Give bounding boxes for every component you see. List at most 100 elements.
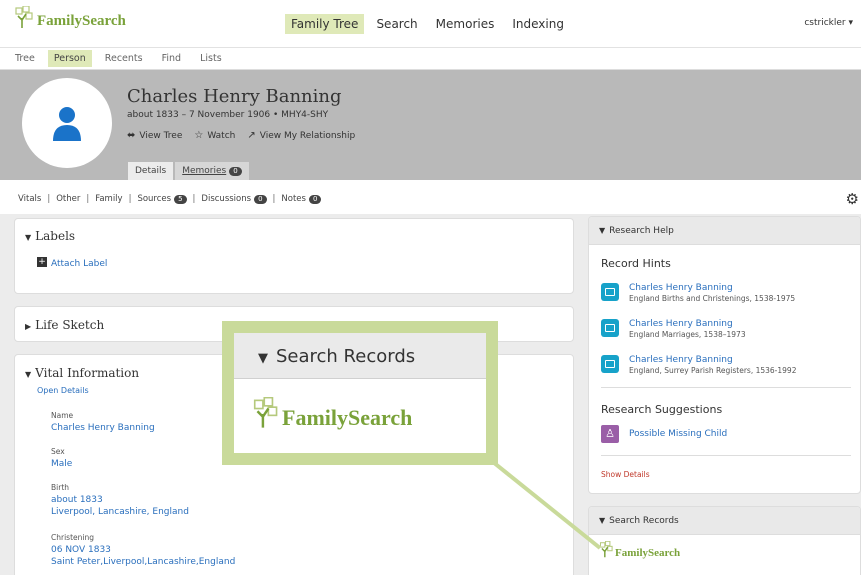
section-links-bar: Vitals | Other | Family | Sources 5 | Discuss… (0, 180, 861, 214)
vital-sex: Sex Male (51, 447, 72, 470)
person-header: Charles Henry Banning about 1833 – 7 Nov… (0, 70, 861, 180)
vital-christening: Christening 06 NOV 1833 Saint Peter,Live… (51, 533, 235, 568)
triangle-down-icon: ▼ (258, 351, 268, 366)
life-sketch-title-text: Life Sketch (35, 318, 105, 332)
section-other-link[interactable]: Other (56, 194, 80, 204)
suggestion-item[interactable]: ♙ Possible Missing Child (601, 425, 727, 443)
sources-count-badge: 5 (174, 195, 187, 204)
hint-collection: England, Surrey Parish Registers, 1536-1… (629, 366, 797, 375)
subnav-recents[interactable]: Recents (99, 50, 149, 67)
hint-name: Charles Henry Banning (629, 283, 733, 293)
star-icon: ☆ (194, 130, 204, 141)
familysearch-logo[interactable]: FamilySearch (14, 6, 126, 30)
discussions-label: Discussions (201, 194, 252, 204)
record-hint[interactable]: Charles Henry Banning England Marriages,… (601, 319, 746, 340)
separator: | (128, 194, 132, 204)
hint-name: Charles Henry Banning (629, 355, 733, 365)
section-notes-link[interactable]: Notes 0 (281, 194, 322, 204)
tab-details[interactable]: Details (128, 162, 174, 180)
callout-logo-text: FamilySearch (282, 405, 413, 430)
subnav-person[interactable]: Person (47, 50, 92, 67)
separator: | (272, 194, 276, 204)
research-help-header-text: Research Help (609, 226, 674, 236)
research-suggestions-title: Research Suggestions (601, 403, 723, 416)
sex-label: Sex (51, 447, 65, 456)
top-navbar: FamilySearch Family Tree Search Memories… (0, 0, 861, 48)
tree-logo-icon (253, 397, 278, 428)
hint-collection: England Marriages, 1538–1973 (629, 330, 746, 339)
search-records-callout: ▼ Search Records FamilySearch (222, 321, 498, 465)
notes-label: Notes (281, 194, 306, 204)
section-discussions-link[interactable]: Discussions 0 (201, 194, 267, 204)
triangle-down-icon: ▼ (25, 370, 32, 379)
triangle-down-icon: ▼ (599, 516, 606, 525)
suggestion-text: Possible Missing Child (629, 428, 728, 439)
tree-view-icon: ⬌ (127, 130, 136, 141)
section-family-link[interactable]: Family (95, 194, 122, 204)
view-tree-button[interactable]: ⬌ View Tree (127, 130, 182, 141)
separator: | (86, 194, 90, 204)
memories-count-badge: 0 (229, 167, 242, 176)
show-details-link[interactable]: Show Details (601, 470, 650, 479)
callout-title: Search Records (276, 346, 416, 367)
labels-title[interactable]: ▼ Labels (25, 229, 75, 243)
record-hints-title: Record Hints (601, 257, 671, 270)
vital-information-title[interactable]: ▼ Vital Information (25, 366, 139, 380)
attach-label-text: Attach Label (51, 259, 108, 269)
name-label: Name (51, 411, 74, 420)
search-records-header[interactable]: ▼ Search Records (589, 507, 860, 535)
user-menu[interactable]: cstrickler ▾ (804, 18, 853, 28)
christening-place[interactable]: Saint Peter,Liverpool,Lancashire,England (51, 556, 235, 568)
divider (601, 387, 851, 388)
tab-details-label: Details (135, 166, 167, 176)
subnav-find[interactable]: Find (156, 50, 187, 67)
plus-icon: + (37, 256, 47, 267)
attach-label-button[interactable]: + Attach Label (37, 251, 107, 270)
search-records-logo[interactable]: FamilySearch (599, 541, 680, 559)
tree-logo-icon (15, 6, 33, 28)
nav-memories[interactable]: Memories (430, 14, 501, 34)
main-nav: Family Tree Search Memories Indexing (285, 14, 576, 34)
notes-count-badge: 0 (308, 195, 322, 204)
vital-information-title-text: Vital Information (35, 366, 140, 380)
sub-nav: Tree Person Recents Find Lists (0, 48, 861, 70)
life-sketch-title[interactable]: ▶ Life Sketch (25, 318, 104, 332)
view-relationship-button[interactable]: ↗ View My Relationship (247, 130, 355, 141)
section-vitals-link[interactable]: Vitals (18, 194, 41, 204)
record-hint-icon (601, 355, 619, 373)
labels-card: ▼ Labels + Attach Label (14, 218, 574, 294)
nav-family-tree[interactable]: Family Tree (285, 14, 365, 34)
view-tree-label: View Tree (139, 130, 183, 141)
nav-indexing[interactable]: Indexing (506, 14, 570, 34)
triangle-down-icon: ▼ (25, 233, 32, 242)
separator: | (192, 194, 196, 204)
gear-icon[interactable]: ⚙ (846, 190, 859, 208)
hint-name: Charles Henry Banning (629, 319, 733, 329)
search-records-logo-text: FamilySearch (615, 547, 681, 559)
name-value[interactable]: Charles Henry Banning (51, 422, 155, 434)
logo-text: FamilySearch (37, 13, 126, 29)
open-details-link[interactable]: Open Details (37, 386, 89, 395)
christening-date[interactable]: 06 NOV 1833 (51, 544, 235, 556)
sex-value[interactable]: Male (51, 458, 72, 470)
subnav-lists[interactable]: Lists (194, 50, 228, 67)
record-hint[interactable]: Charles Henry Banning England, Surrey Pa… (601, 355, 796, 376)
callout-header: ▼ Search Records (234, 333, 486, 379)
birth-date[interactable]: about 1833 (51, 494, 189, 506)
research-help-header[interactable]: ▼ Research Help (589, 217, 860, 245)
view-relationship-label: View My Relationship (259, 130, 356, 141)
divider (601, 455, 851, 456)
section-sources-link[interactable]: Sources 5 (137, 194, 187, 204)
record-hint[interactable]: Charles Henry Banning England Births and… (601, 283, 795, 304)
person-silhouette-icon (53, 107, 81, 141)
research-help-card: ▼ Research Help Record Hints Charles Henr… (588, 216, 861, 494)
watch-button[interactable]: ☆ Watch (194, 130, 235, 141)
tab-memories[interactable]: Memories 0 (175, 162, 249, 180)
nav-search[interactable]: Search (370, 14, 423, 34)
christening-label: Christening (51, 533, 94, 542)
subnav-tree[interactable]: Tree (9, 50, 41, 67)
hint-collection: England Births and Christenings, 1538-19… (629, 294, 796, 303)
birth-place[interactable]: Liverpool, Lancashire, England (51, 506, 189, 518)
labels-title-text: Labels (35, 229, 76, 243)
triangle-right-icon: ▶ (25, 322, 32, 331)
